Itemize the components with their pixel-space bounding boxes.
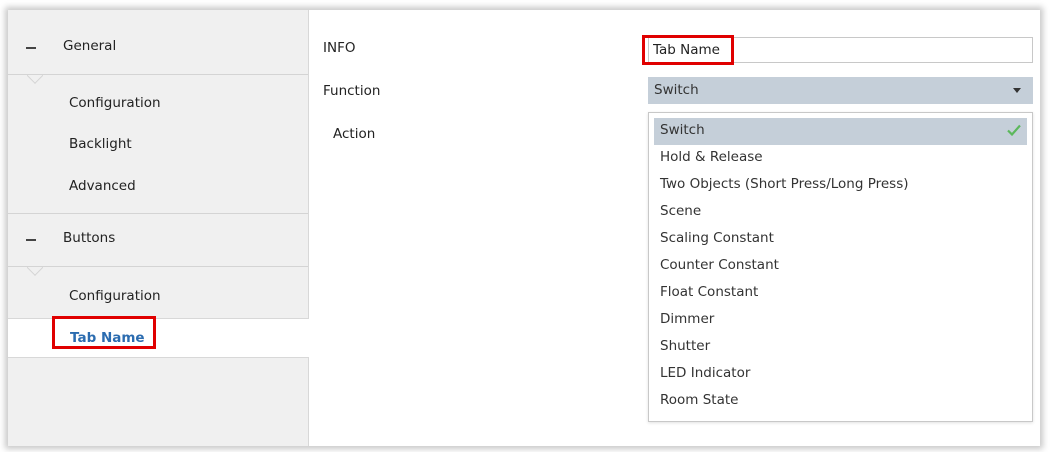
caret-down-icon[interactable] [1013, 88, 1021, 93]
option-label: Scene [660, 203, 702, 219]
option-label: Scaling Constant [660, 230, 774, 246]
info-label: INFO [323, 40, 356, 56]
sidebar-item-label: Backlight [69, 136, 132, 152]
option-label: LED Indicator [660, 365, 751, 381]
option-label: Hold & Release [660, 149, 763, 165]
option-label: Float Constant [660, 284, 759, 300]
sidebar-item-tab-name[interactable]: Tab Name [8, 318, 309, 358]
group-buttons-header[interactable]: Buttons [8, 214, 308, 266]
sidebar-item-label: Configuration [69, 288, 161, 304]
option-label: Two Objects (Short Press/Long Press) [660, 176, 909, 192]
sidebar: General Configuration Backlight Advanced… [8, 10, 309, 446]
group-buttons-label: Buttons [63, 230, 116, 246]
minus-icon[interactable] [26, 239, 36, 241]
checkmark-icon [1007, 124, 1021, 136]
sidebar-item-label: Configuration [69, 95, 161, 111]
option-label: Counter Constant [660, 257, 779, 273]
window: General Configuration Backlight Advanced… [8, 10, 1040, 446]
option-label: Shutter [660, 338, 711, 354]
sidebar-item-label: Advanced [69, 178, 136, 194]
divider [8, 74, 308, 75]
dropdown-option[interactable]: Counter Constant [654, 253, 1027, 280]
divider-notch [27, 75, 43, 84]
info-input[interactable] [648, 37, 1033, 63]
sidebar-item-label: Tab Name [70, 330, 145, 346]
function-dropdown-list: Switch Hold & Release Two Objects (Short… [648, 112, 1033, 422]
dropdown-option[interactable]: Room State [654, 388, 1027, 415]
sidebar-item-advanced[interactable]: Advanced [8, 167, 308, 207]
option-label: Switch [660, 122, 705, 138]
dropdown-option-switch[interactable]: Switch [654, 118, 1027, 145]
divider [8, 266, 308, 267]
minus-icon[interactable] [26, 47, 36, 49]
sidebar-item-general-configuration[interactable]: Configuration [8, 84, 308, 124]
function-select[interactable]: Switch [648, 77, 1033, 104]
dropdown-option[interactable]: Dimmer [654, 307, 1027, 334]
sidebar-item-buttons-configuration[interactable]: Configuration [8, 277, 308, 317]
dropdown-option[interactable]: LED Indicator [654, 361, 1027, 388]
dropdown-option[interactable]: Shutter [654, 334, 1027, 361]
function-label: Function [323, 83, 381, 99]
function-select-value: Switch [654, 82, 699, 98]
dropdown-option[interactable]: Scaling Constant [654, 226, 1027, 253]
option-label: Dimmer [660, 311, 715, 327]
divider-notch [27, 267, 43, 276]
dropdown-option[interactable]: Hold & Release [654, 145, 1027, 172]
dropdown-option[interactable]: Scene [654, 199, 1027, 226]
action-label: Action [333, 126, 376, 142]
group-general-label: General [63, 38, 117, 54]
dropdown-option[interactable]: Two Objects (Short Press/Long Press) [654, 172, 1027, 199]
dropdown-option[interactable]: Float Constant [654, 280, 1027, 307]
sidebar-item-backlight[interactable]: Backlight [8, 125, 308, 165]
option-label: Room State [660, 392, 739, 408]
group-general-header[interactable]: General [8, 22, 308, 74]
